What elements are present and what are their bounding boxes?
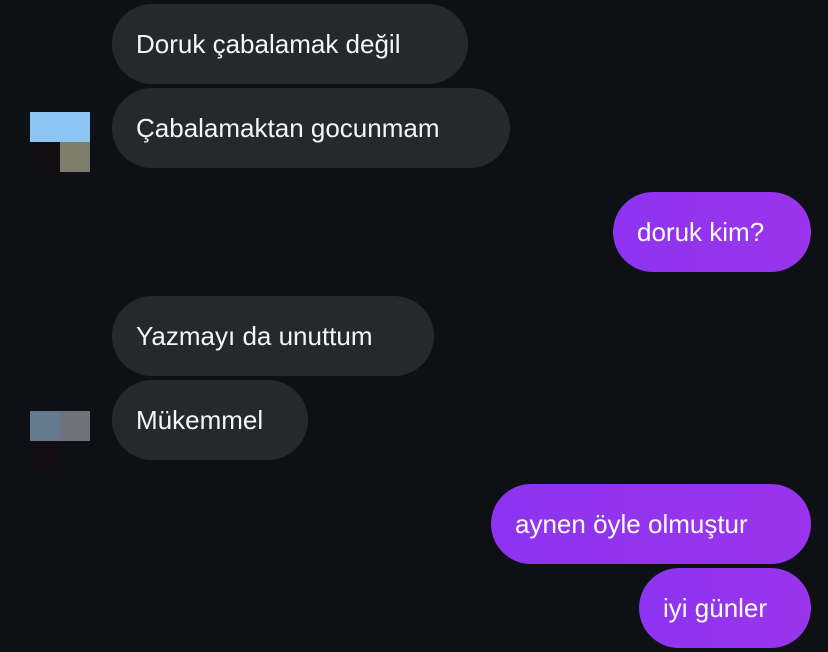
avatar-pixel <box>60 142 90 172</box>
avatar-pixel <box>30 411 60 441</box>
avatar-pixel <box>60 112 90 142</box>
avatar-pixel <box>60 411 90 441</box>
outgoing-message[interactable]: iyi günler <box>639 568 811 648</box>
outgoing-message[interactable]: aynen öyle olmuştur <box>491 484 811 564</box>
incoming-message[interactable]: Mükemmel <box>112 380 308 460</box>
incoming-message[interactable]: Doruk çabalamak değil <box>112 4 468 84</box>
incoming-message[interactable]: Yazmayı da unuttum <box>112 296 434 376</box>
contact-avatar-icon[interactable] <box>30 411 90 471</box>
outgoing-message[interactable]: doruk kim? <box>613 192 811 272</box>
incoming-message[interactable]: Çabalamaktan gocunmam <box>112 88 510 168</box>
avatar-pixel <box>60 441 90 471</box>
contact-avatar-icon[interactable] <box>30 112 90 172</box>
avatar-pixel <box>30 112 60 142</box>
avatar-pixel <box>30 142 60 172</box>
chat-thread: Doruk çabalamak değil Çabalamaktan gocun… <box>0 0 828 652</box>
avatar-pixel <box>30 441 60 471</box>
